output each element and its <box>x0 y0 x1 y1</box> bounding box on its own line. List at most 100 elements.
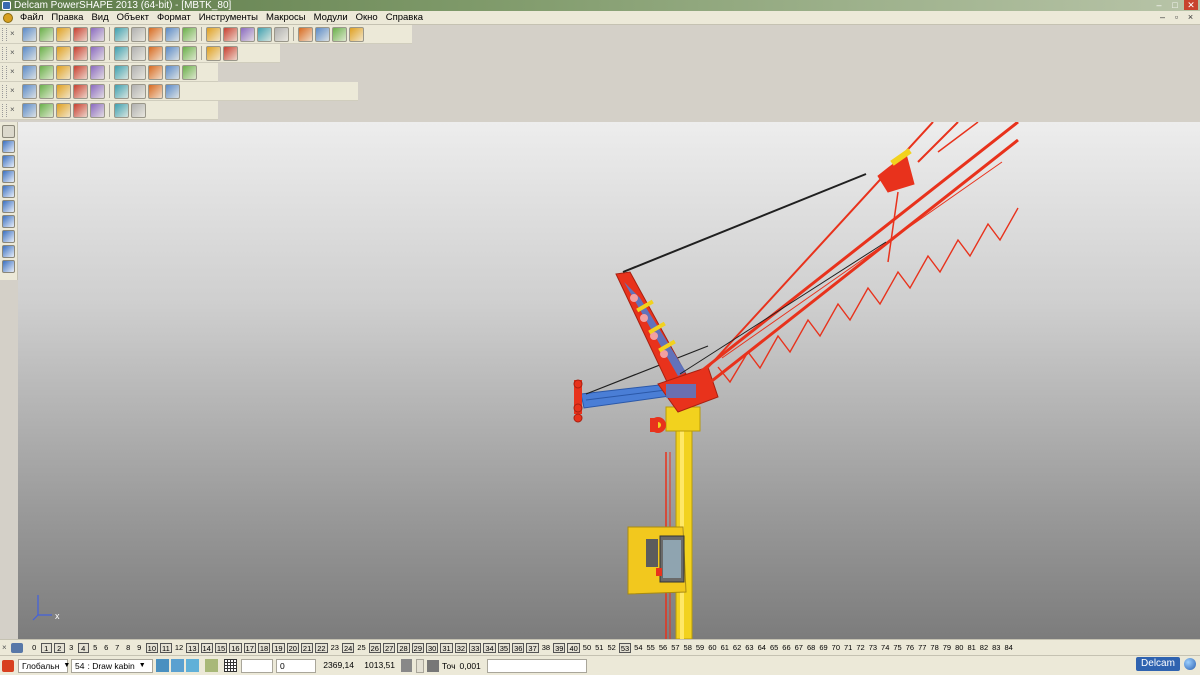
level-button[interactable]: 71 <box>842 643 854 652</box>
level-button[interactable]: 53 <box>618 642 632 653</box>
level-button[interactable]: 59 <box>694 643 706 652</box>
polygon-icon[interactable] <box>2 200 15 213</box>
level-button[interactable]: 58 <box>682 643 694 652</box>
lightbulb-icon[interactable] <box>223 45 238 61</box>
rectangle-icon[interactable] <box>223 26 238 42</box>
level-button[interactable]: 25 <box>355 643 367 652</box>
level-button[interactable]: 3 <box>66 643 77 652</box>
status-number-field[interactable]: 0 <box>276 658 316 673</box>
level-button[interactable]: 66 <box>780 643 792 652</box>
open-icon[interactable] <box>39 26 54 42</box>
boolean-icon[interactable] <box>148 83 163 99</box>
cut-icon[interactable] <box>90 26 105 42</box>
toolbar-grip[interactable] <box>2 103 7 117</box>
level-button[interactable]: 65 <box>768 643 780 652</box>
pan-icon[interactable] <box>131 45 146 61</box>
assembly-icon[interactable] <box>56 102 71 118</box>
select-icon[interactable] <box>206 26 221 42</box>
level-button[interactable]: 75 <box>891 643 903 652</box>
revolve-icon[interactable] <box>39 83 54 99</box>
print-icon[interactable] <box>73 26 88 42</box>
render-icon[interactable] <box>206 45 221 61</box>
solid-icon[interactable] <box>2 215 15 228</box>
tools-icon[interactable] <box>349 26 364 42</box>
menu-object[interactable]: Объект <box>113 12 153 23</box>
level-button[interactable]: 24 <box>341 642 355 653</box>
level-button[interactable]: 36 <box>512 642 525 653</box>
level-button[interactable]: 31 <box>440 642 453 653</box>
level-button[interactable]: 7 <box>112 643 123 652</box>
frame-icon[interactable] <box>148 64 163 80</box>
level-button[interactable]: 26 <box>368 642 381 653</box>
text-icon[interactable] <box>274 26 289 42</box>
level-button[interactable]: 1 <box>40 642 52 653</box>
level-button[interactable]: 2 <box>53 642 65 653</box>
level-button[interactable]: 11 <box>160 642 172 653</box>
toolbar-close-icon[interactable]: × <box>10 106 18 114</box>
level-button[interactable]: 77 <box>916 643 928 652</box>
paste-icon[interactable] <box>131 26 146 42</box>
menu-file[interactable]: Файл <box>16 12 47 23</box>
level-button[interactable]: 14 <box>200 642 213 653</box>
level-button[interactable]: 56 <box>657 643 669 652</box>
level-button[interactable]: 13 <box>186 642 199 653</box>
corner-icon[interactable] <box>2 260 15 273</box>
feature-icon[interactable] <box>22 102 37 118</box>
toolbar-close-icon[interactable]: × <box>10 87 18 95</box>
level-button[interactable]: 32 <box>454 642 468 653</box>
level-button[interactable]: 69 <box>817 643 829 652</box>
snap-icon[interactable] <box>156 659 169 672</box>
tolerance-icon[interactable] <box>427 659 439 672</box>
level-button[interactable]: 29 <box>411 642 424 653</box>
level-button[interactable]: 38 <box>540 643 552 652</box>
mdi-close-button[interactable]: × <box>1185 13 1196 23</box>
globe-icon[interactable] <box>165 45 180 61</box>
menu-macros[interactable]: Макросы <box>262 12 310 23</box>
document-gear-icon[interactable] <box>3 12 13 23</box>
level-button[interactable]: 10 <box>145 642 159 653</box>
cone-icon[interactable] <box>90 64 105 80</box>
level-button[interactable]: 16 <box>229 642 242 653</box>
level-button[interactable]: 28 <box>397 642 410 653</box>
zoom-in-icon[interactable] <box>73 45 88 61</box>
solid-icon[interactable] <box>332 26 347 42</box>
grid-icon[interactable] <box>224 659 237 672</box>
mdi-restore-button[interactable]: ▫ <box>1171 13 1182 23</box>
cube-icon[interactable] <box>56 64 71 80</box>
level-button[interactable]: 27 <box>382 642 396 653</box>
levels-close-icon[interactable]: × <box>2 643 7 652</box>
level-button[interactable]: 51 <box>593 643 605 652</box>
arc-icon[interactable] <box>257 26 272 42</box>
level-button[interactable]: 20 <box>286 642 299 653</box>
level-button[interactable]: 84 <box>1002 643 1014 652</box>
grid-snap-icon[interactable] <box>205 659 218 672</box>
level-button[interactable]: 21 <box>300 642 314 653</box>
level-button[interactable]: 57 <box>669 643 681 652</box>
select-icon[interactable] <box>2 125 15 138</box>
level-button[interactable]: 81 <box>965 643 977 652</box>
cube-view-icon[interactable] <box>171 659 184 672</box>
analysis-icon[interactable] <box>114 102 129 118</box>
level-button[interactable]: 61 <box>719 643 731 652</box>
doc-icon[interactable] <box>39 64 54 80</box>
shade-icon[interactable] <box>182 45 197 61</box>
save-icon[interactable] <box>56 26 71 42</box>
level-button[interactable]: 9 <box>134 643 145 652</box>
close-button[interactable]: ✕ <box>1184 0 1198 10</box>
menu-edit[interactable]: Правка <box>47 12 87 23</box>
undo-icon[interactable] <box>165 26 180 42</box>
sweep-icon[interactable] <box>56 83 71 99</box>
toolbar-close-icon[interactable]: × <box>10 49 18 57</box>
arrow-icon[interactable] <box>182 64 197 80</box>
level-button[interactable]: 35 <box>497 642 511 653</box>
globe-icon[interactable] <box>1184 658 1196 670</box>
level-button[interactable]: 67 <box>793 643 805 652</box>
layers-icon[interactable] <box>2 140 15 153</box>
level-select[interactable]: 54 : Draw kabin ▼ <box>71 658 153 673</box>
level-button[interactable]: 64 <box>756 643 768 652</box>
toolbar-grip[interactable] <box>2 46 7 60</box>
menu-format[interactable]: Формат <box>153 12 195 23</box>
play-icon[interactable] <box>114 64 129 80</box>
level-button[interactable]: 68 <box>805 643 817 652</box>
level-button[interactable]: 76 <box>904 643 916 652</box>
